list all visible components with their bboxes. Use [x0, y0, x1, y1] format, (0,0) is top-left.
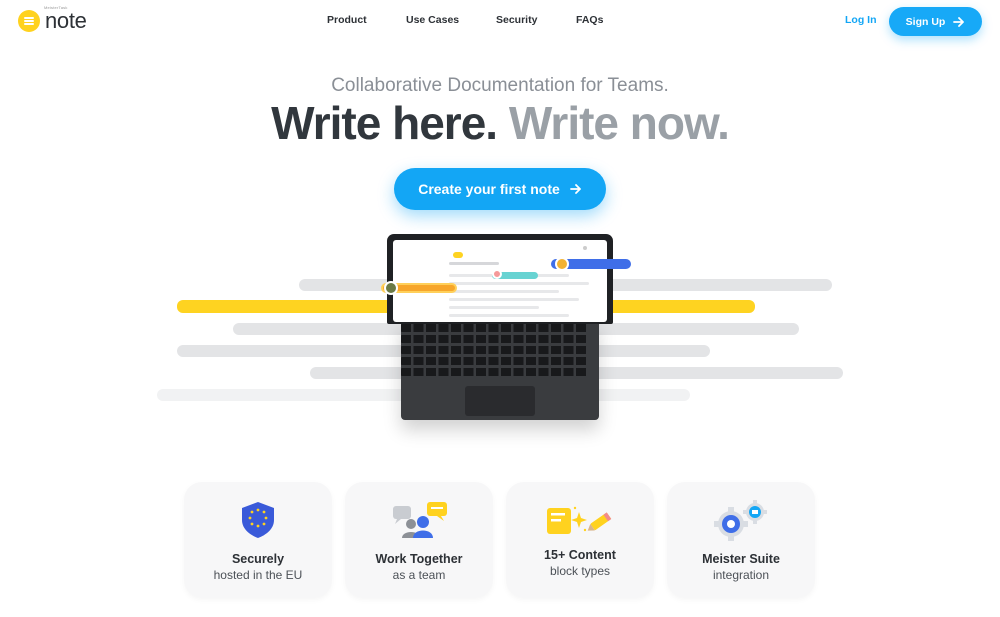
- feature-title: 15+ Content: [544, 548, 616, 562]
- feature-card-content-blocks: 15+ Content block types: [506, 482, 654, 598]
- nav-use-cases[interactable]: Use Cases: [406, 14, 459, 26]
- feature-subtitle: integration: [712, 568, 770, 582]
- note-logo-icon: [18, 10, 40, 32]
- tablet-device: [387, 234, 613, 324]
- signup-button[interactable]: Sign Up: [889, 7, 982, 36]
- signup-label: Sign Up: [905, 15, 946, 28]
- trackpad: [465, 386, 535, 416]
- nav-faqs[interactable]: FAQs: [576, 14, 603, 26]
- content-blocks-icon: [506, 500, 654, 540]
- hero-subtitle: Collaborative Documentation for Teams.: [331, 75, 669, 96]
- site-header: note MeisterTask Product Use Cases Secur…: [0, 0, 1000, 42]
- eu-shield-icon: [184, 500, 332, 540]
- avatar: [492, 269, 502, 279]
- hero-headline: Write here. Write now.: [0, 96, 1000, 150]
- tablet-screen: [393, 240, 607, 322]
- headline-dark: Write here.: [271, 97, 498, 149]
- logo-super-text: MeisterTask: [44, 5, 68, 10]
- note-logo[interactable]: note: [18, 8, 87, 34]
- feature-subtitle: block types: [549, 564, 611, 578]
- feature-card-collaboration: Work Together as a team: [345, 482, 493, 598]
- nav-security[interactable]: Security: [496, 14, 537, 26]
- create-note-button[interactable]: Create your first note: [394, 168, 606, 210]
- avatar: [384, 281, 398, 295]
- feature-card-integration: Meister Suite integration: [667, 482, 815, 598]
- avatar: [555, 257, 569, 271]
- feature-title: Meister Suite: [702, 552, 780, 566]
- feature-card-security: Securely hosted in the EU: [184, 482, 332, 598]
- feature-title: Work Together: [375, 552, 463, 566]
- feature-subtitle: as a team: [392, 568, 446, 582]
- logo-text: note: [45, 8, 87, 33]
- headline-light: Write now.: [508, 97, 730, 149]
- login-link[interactable]: Log In: [845, 14, 877, 26]
- team-chat-icon: [345, 500, 493, 540]
- nav-product[interactable]: Product: [327, 14, 367, 26]
- tablet-keyboard: [401, 318, 599, 420]
- arrow-right-icon: [953, 16, 965, 27]
- gears-icon: [667, 500, 815, 541]
- feature-subtitle: hosted in the EU: [213, 568, 303, 582]
- arrow-right-icon: [569, 184, 581, 194]
- cta-label: Create your first note: [418, 181, 560, 197]
- feature-title: Securely: [231, 552, 285, 566]
